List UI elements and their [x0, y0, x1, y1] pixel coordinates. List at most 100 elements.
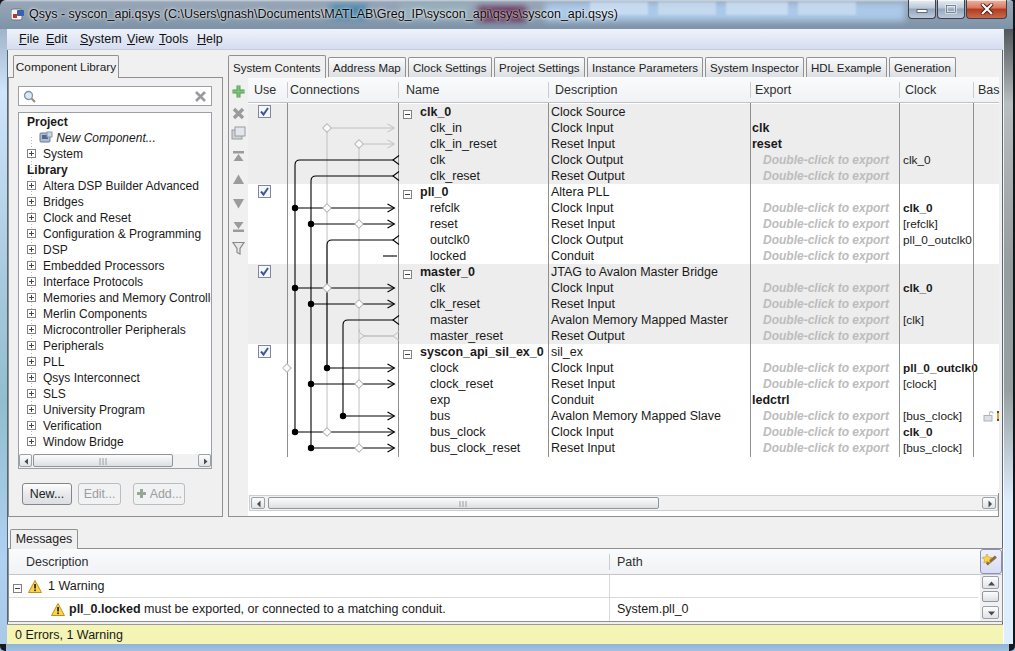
cell-clock[interactable]: [clock] — [903, 376, 936, 392]
group-collapse-icon[interactable] — [13, 582, 22, 596]
tree-item-library[interactable]: Library — [27, 162, 68, 178]
cell-clock[interactable]: [bus_clock] — [903, 408, 962, 424]
menu-edit[interactable]: Edit — [46, 32, 68, 46]
tree-item-merlin-components[interactable]: Merlin Components — [43, 306, 147, 322]
tree-item-university-program[interactable]: University Program — [43, 402, 145, 418]
menu-view[interactable]: View — [127, 32, 154, 46]
cell-clock[interactable]: clk_0 — [903, 200, 933, 216]
cell-clock[interactable]: pll_0_outclk0 — [903, 232, 972, 248]
tab-messages[interactable]: Messages — [10, 529, 78, 549]
tree-scroll-left[interactable] — [19, 454, 32, 467]
cell-export-hint[interactable]: Double-click to export — [763, 440, 889, 456]
message-filter-button[interactable] — [980, 549, 1002, 574]
grid-row-clk[interactable]: clkClock OutputDouble-click to exportclk… — [248, 152, 999, 168]
column-header-connections[interactable]: Connections — [290, 83, 360, 97]
cell-export-hint[interactable]: Double-click to export — [763, 296, 889, 312]
messages-scroll-thumb[interactable] — [982, 591, 999, 602]
move-bottom-icon[interactable] — [231, 219, 246, 234]
expand-icon[interactable] — [27, 373, 36, 382]
grid-row-master_reset[interactable]: master_resetReset OutputDouble-click to … — [248, 328, 999, 344]
tab-system-contents[interactable]: System Contents — [228, 55, 326, 78]
grid-row-master[interactable]: masterAvalon Memory Mapped MasterDouble-… — [248, 312, 999, 328]
close-button[interactable] — [966, 0, 1007, 19]
grid-row-reset[interactable]: resetReset InputDouble-click to export[r… — [248, 216, 999, 232]
title-bar[interactable]: Qsys - syscon_api.qsys (C:\Users\gnash\D… — [0, 0, 1015, 29]
cell-export-hint[interactable]: Double-click to export — [763, 216, 889, 232]
cell-export-hint[interactable]: Double-click to export — [763, 424, 889, 440]
expand-icon[interactable] — [27, 277, 36, 286]
menu-system[interactable]: System — [80, 32, 122, 46]
cell-base-clipped[interactable] — [997, 411, 1000, 421]
tab-address-map[interactable]: Address Map — [328, 57, 406, 77]
grid-row-clock[interactable]: clockClock InputDouble-click to exportpl… — [248, 360, 999, 376]
tab-hdl-example[interactable]: HDL Example — [806, 57, 887, 77]
cell-clock[interactable]: clk_0 — [903, 280, 933, 296]
tree-item-sls[interactable]: SLS — [43, 386, 66, 402]
messages-scroll-down[interactable] — [982, 606, 999, 619]
maximize-button[interactable] — [937, 0, 965, 19]
cell-export-hint[interactable]: Double-click to export — [763, 232, 889, 248]
grid-row-clk_in[interactable]: clk_inClock Inputclk — [248, 120, 999, 136]
grid-row-clk[interactable]: clkClock InputDouble-click to exportclk_… — [248, 280, 999, 296]
messages-column-description[interactable]: Description — [26, 555, 89, 569]
cell-clock[interactable]: [bus_clock] — [903, 440, 962, 456]
expand-icon[interactable] — [27, 213, 36, 222]
add-icon[interactable] — [231, 84, 246, 99]
column-header-export[interactable]: Export — [755, 83, 791, 97]
use-checkbox[interactable] — [258, 105, 271, 121]
tree-item-verification[interactable]: Verification — [43, 418, 102, 434]
grid-row-outclk0[interactable]: outclk0Clock OutputDouble-click to expor… — [248, 232, 999, 248]
grid-row-locked[interactable]: lockedConduitDouble-click to export — [248, 248, 999, 264]
button-add[interactable]: Add... — [133, 483, 185, 505]
cell-export[interactable]: clk — [752, 120, 769, 136]
expand-icon[interactable] — [27, 341, 36, 350]
filter-icon[interactable] — [231, 241, 246, 256]
message-warning-row[interactable]: pll_0.locked must be exported, or connec… — [9, 598, 978, 621]
use-checkbox[interactable] — [258, 185, 271, 201]
cell-export-hint[interactable]: Double-click to export — [763, 312, 889, 328]
grid-row-bus_clock_reset[interactable]: bus_clock_resetReset InputDouble-click t… — [248, 440, 999, 456]
tree-item-project[interactable]: Project — [27, 114, 68, 130]
cell-export-hint[interactable]: Double-click to export — [763, 248, 889, 264]
tree-scroll-thumb[interactable] — [33, 454, 173, 467]
button-new[interactable]: New... — [22, 483, 72, 505]
cell-export-hint[interactable]: Double-click to export — [763, 168, 889, 184]
expand-icon[interactable] — [27, 245, 36, 254]
expand-icon[interactable] — [27, 261, 36, 270]
scroll-right-arrow[interactable] — [982, 497, 996, 509]
cell-export[interactable]: reset — [752, 136, 782, 152]
grid-row-exp[interactable]: expConduitledctrl — [248, 392, 999, 408]
cell-export[interactable]: ledctrl — [752, 392, 790, 408]
button-edit[interactable]: Edit... — [78, 483, 121, 505]
contents-horizontal-scrollbar[interactable] — [249, 495, 998, 511]
tree-item-pll[interactable]: PLL — [43, 354, 64, 370]
scroll-thumb[interactable] — [268, 497, 659, 509]
grid-row-bus[interactable]: busAvalon Memory Mapped SlaveDouble-clic… — [248, 408, 999, 424]
use-checkbox[interactable] — [258, 345, 271, 361]
expand-icon[interactable] — [27, 229, 36, 238]
cell-export-hint[interactable]: Double-click to export — [763, 280, 889, 296]
column-header-name[interactable]: Name — [406, 83, 439, 97]
tree-item-bridges[interactable]: Bridges — [43, 194, 84, 210]
cell-clock[interactable]: clk_0 — [903, 424, 933, 440]
tree-item-system[interactable]: System — [43, 146, 83, 162]
grid-row-master_0[interactable]: master_0JTAG to Avalon Master Bridge — [248, 264, 999, 280]
move-down-icon[interactable] — [231, 196, 246, 211]
cell-clock[interactable]: [clk] — [903, 312, 924, 328]
grid-body[interactable]: clk_0Clock Sourceclk_inClock Inputclkclk… — [248, 103, 999, 493]
cell-clock[interactable]: pll_0_outclk0 — [903, 360, 978, 376]
tab-system-inspector[interactable]: System Inspector — [705, 57, 804, 77]
use-checkbox[interactable] — [258, 265, 271, 281]
tab-component-library[interactable]: Component Library — [13, 55, 119, 78]
grid-row-clock_reset[interactable]: clock_resetReset InputDouble-click to ex… — [248, 376, 999, 392]
grid-row-clk_reset[interactable]: clk_resetReset InputDouble-click to expo… — [248, 296, 999, 312]
remove-icon[interactable] — [231, 106, 246, 121]
menu-file[interactable]: File — [19, 32, 39, 46]
cell-export-hint[interactable]: Double-click to export — [763, 328, 889, 344]
tab-project-settings[interactable]: Project Settings — [494, 57, 585, 77]
column-header-description[interactable]: Description — [555, 83, 618, 97]
tree-item-altera-dsp-builder-advanced[interactable]: Altera DSP Builder Advanced — [43, 178, 199, 194]
expand-icon[interactable] — [27, 325, 36, 334]
move-up-icon[interactable] — [231, 172, 246, 187]
tree-item-qsys-interconnect[interactable]: Qsys Interconnect — [43, 370, 140, 386]
